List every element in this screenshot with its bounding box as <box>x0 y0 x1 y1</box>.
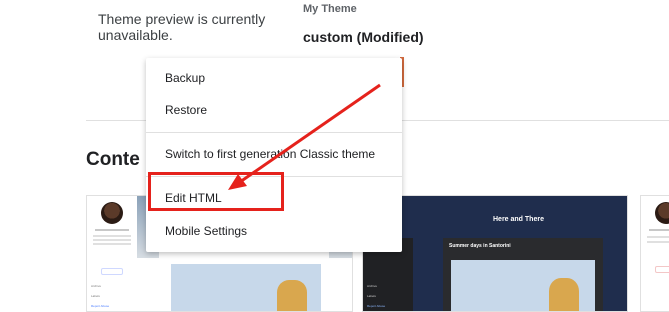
my-theme-label: My Theme <box>303 3 357 15</box>
sidebar-label: Labels <box>91 294 100 298</box>
avatar <box>101 202 123 224</box>
menu-item-restore[interactable]: Restore <box>165 103 207 117</box>
post-image-tower <box>549 278 579 311</box>
content-section-title: Conte <box>86 149 140 170</box>
menu-item-switch-classic-theme[interactable]: Switch to first generation Classic theme <box>165 147 375 161</box>
menu-divider <box>146 132 402 133</box>
post-image-tower <box>277 280 307 311</box>
preview-unavailable-message: Theme preview is currently unavailable. <box>98 11 266 43</box>
theme-options-menu: Backup Restore Switch to first generatio… <box>146 58 402 252</box>
sidebar-label: Report Abuse <box>91 304 110 308</box>
annotation-highlight-box <box>148 172 284 211</box>
sidebar-label: Archive <box>367 284 378 288</box>
theme-card-sidebar: Archive Labels Report Abuse <box>87 196 137 311</box>
sidebar-label: Labels <box>367 294 376 298</box>
sidebar-label: Report Abuse <box>367 304 386 308</box>
menu-item-backup[interactable]: Backup <box>165 71 205 85</box>
menu-item-mobile-settings[interactable]: Mobile Settings <box>165 224 247 238</box>
avatar <box>655 202 669 224</box>
theme-card-partial[interactable] <box>640 195 669 312</box>
post-title: Summer days in Santorini <box>449 243 511 249</box>
sidebar-label: Archive <box>91 284 102 288</box>
blog-title: Here and There <box>493 216 544 223</box>
current-theme-name: custom (Modified) <box>303 29 424 45</box>
